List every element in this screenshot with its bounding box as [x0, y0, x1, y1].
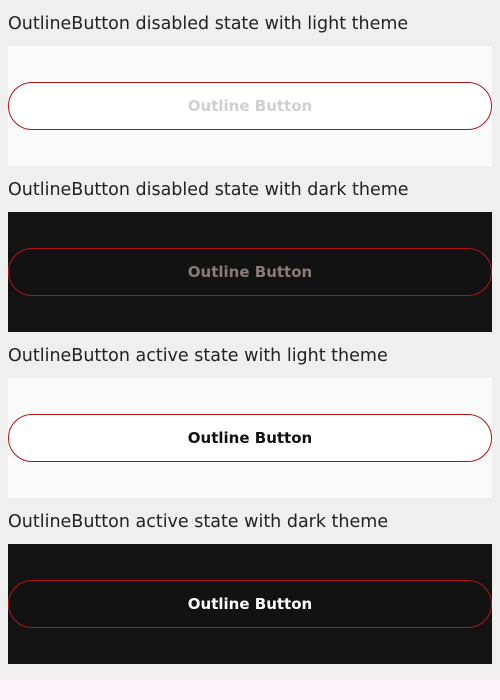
light-theme-panel: Outline Button [8, 378, 492, 498]
dark-theme-panel: Outline Button [8, 212, 492, 332]
outline-button-active-dark[interactable]: Outline Button [8, 580, 492, 628]
outline-button-label: Outline Button [187, 97, 313, 115]
section-title: OutlineButton active state with dark the… [8, 512, 389, 532]
outline-button-label: Outline Button [187, 263, 313, 281]
section-title: OutlineButton active state with light th… [8, 346, 388, 366]
canvas-bottom-edge [0, 680, 500, 700]
section-title: OutlineButton disabled state with light … [8, 14, 409, 34]
outline-button-disabled-light[interactable]: Outline Button [8, 82, 492, 130]
section-title: OutlineButton disabled state with dark t… [8, 180, 409, 200]
dark-theme-panel: Outline Button [8, 544, 492, 664]
outline-button-label: Outline Button [187, 429, 313, 447]
outline-button-label: Outline Button [187, 595, 313, 613]
light-theme-panel: Outline Button [8, 46, 492, 166]
outline-button-active-light[interactable]: Outline Button [8, 414, 492, 462]
outline-button-disabled-dark[interactable]: Outline Button [8, 248, 492, 296]
storybook-canvas: OutlineButton disabled state with light … [0, 0, 500, 700]
